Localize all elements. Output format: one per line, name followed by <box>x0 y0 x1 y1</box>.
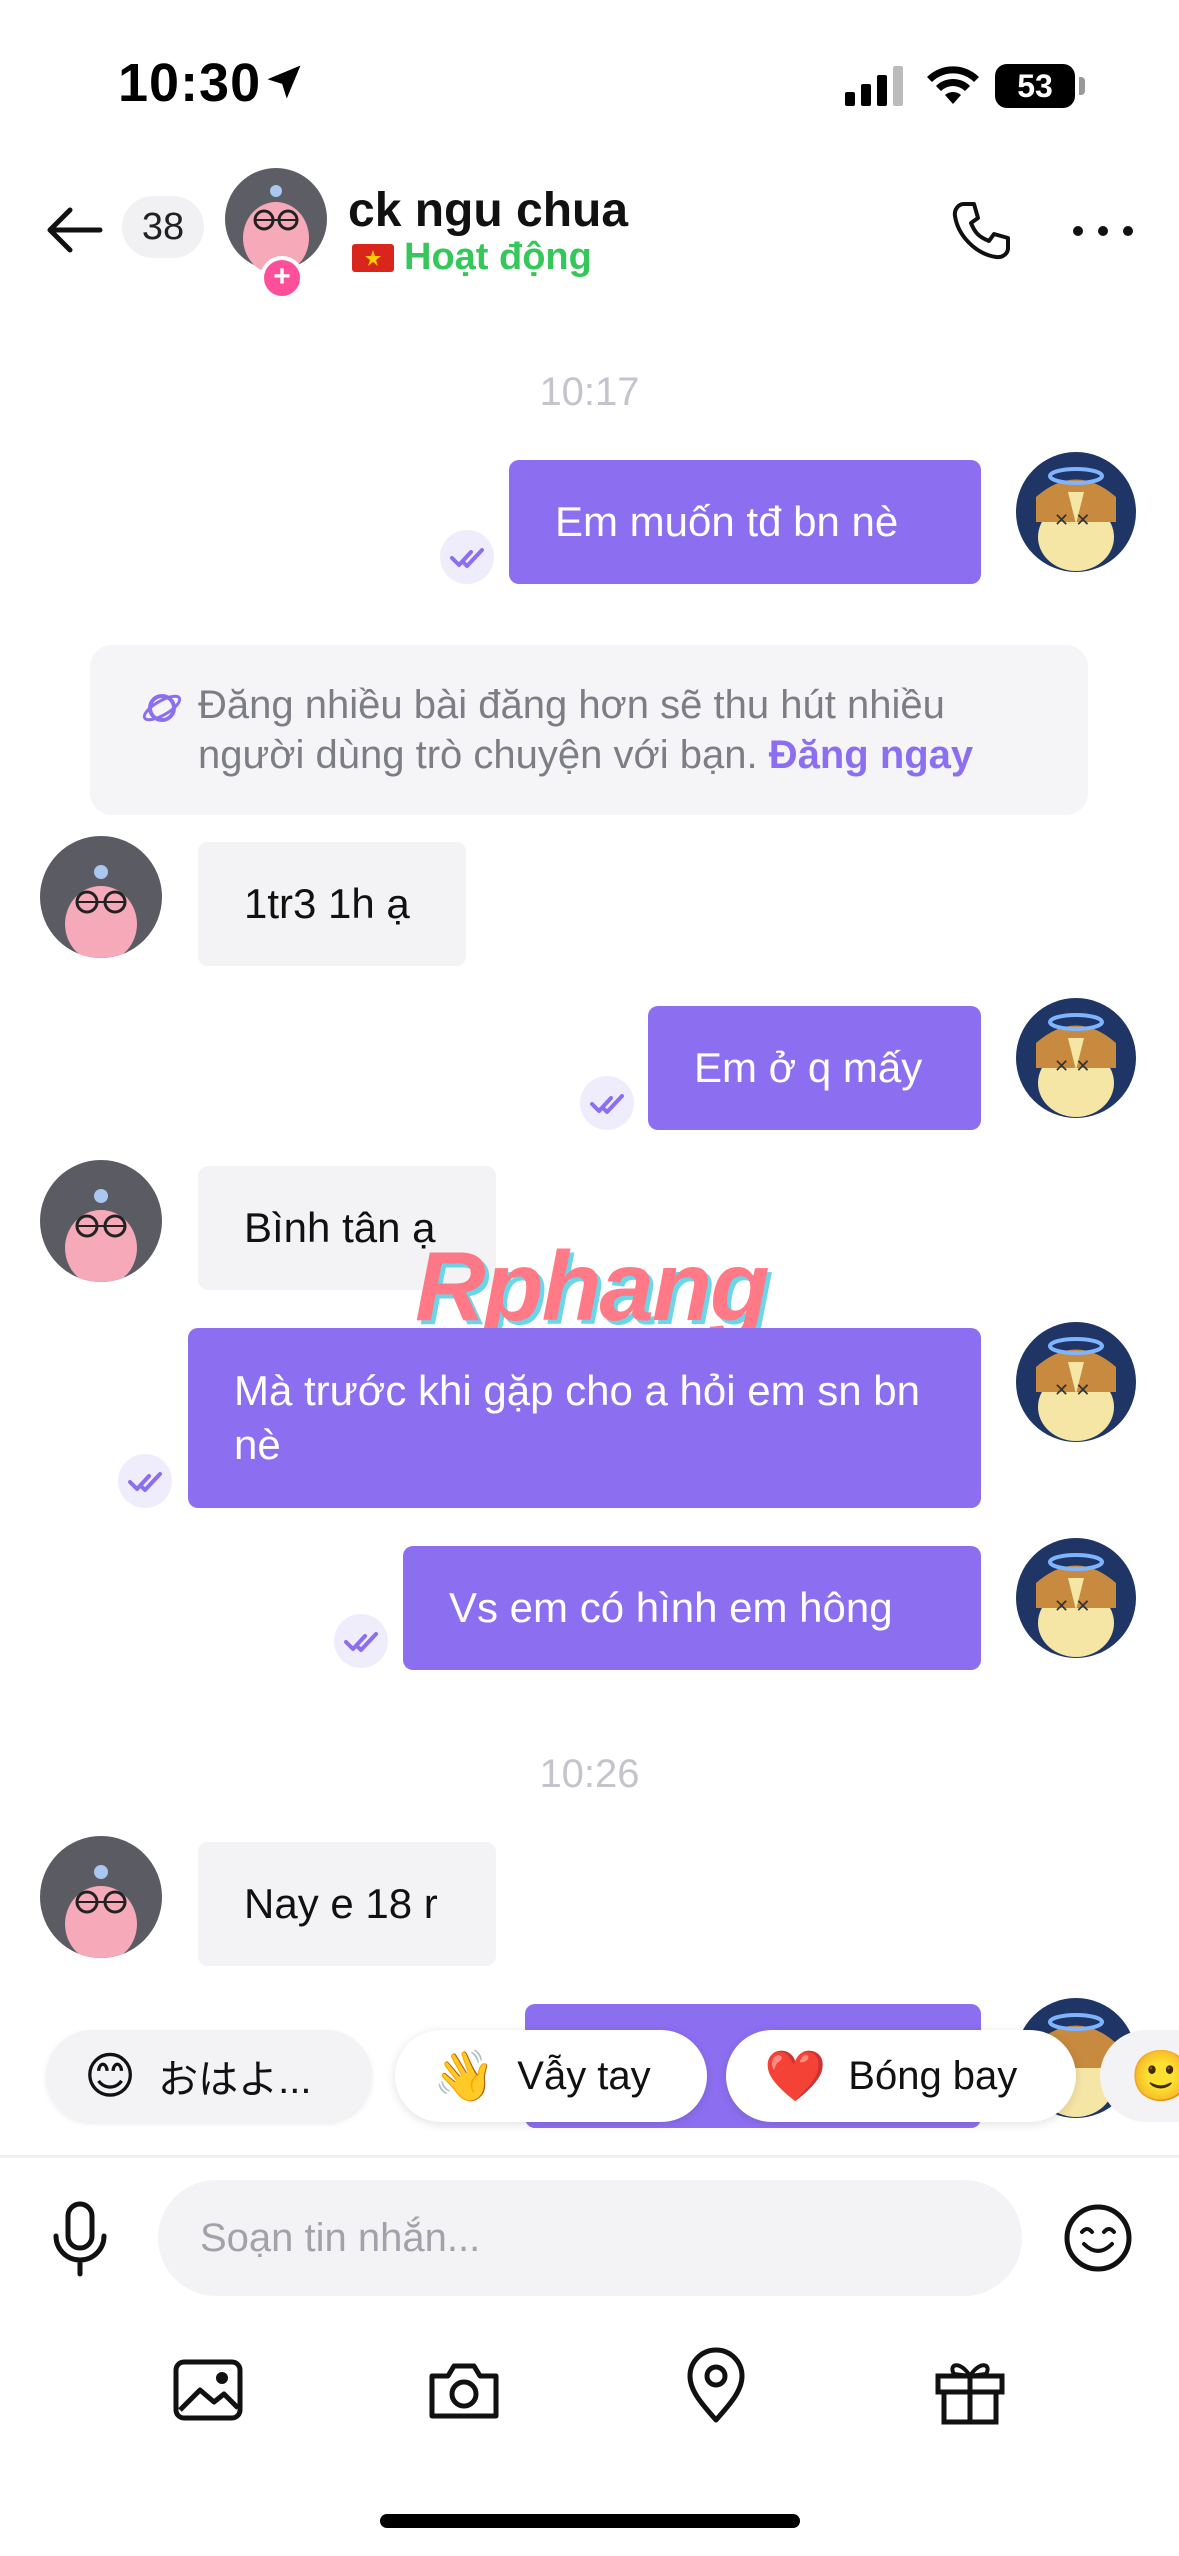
read-receipt-icon <box>580 1076 634 1130</box>
incoming-message[interactable]: Nay e 18 r <box>198 1842 496 1966</box>
quick-reply-chip[interactable]: ❤️ Bóng bay <box>726 2030 1076 2122</box>
outgoing-message[interactable]: Vs em có hình em hông <box>403 1546 981 1670</box>
quick-reply-chip[interactable]: 😊 おはよ... <box>46 2030 372 2122</box>
message-input[interactable] <box>158 2180 1022 2296</box>
message-text: 1tr3 1h ạ <box>244 880 410 927</box>
watermark: Rphang <box>415 1231 770 1341</box>
chip-label: おはよ... <box>158 2058 312 2102</box>
wifi-icon <box>927 66 979 104</box>
notice-text: Đăng nhiều bài đăng hơn sẽ thu hút nhiều… <box>198 680 1058 780</box>
smile-emoji-icon: 😊 <box>84 2048 137 2104</box>
contact-avatar[interactable] <box>225 168 327 274</box>
divider <box>0 2155 1179 2158</box>
incoming-message[interactable]: 1tr3 1h ạ <box>198 842 466 966</box>
read-receipt-icon <box>118 1454 172 1508</box>
timestamp: 10:26 <box>539 1752 640 1796</box>
chip-label: Vẫy tay <box>517 2053 651 2098</box>
post-now-link[interactable]: Đăng ngay <box>769 733 973 777</box>
message-text: Mà trước khi gặp cho a hỏi em sn bn nè <box>234 1367 920 1468</box>
read-receipt-icon <box>334 1614 388 1668</box>
message-text: Nay e 18 r <box>244 1880 438 1927</box>
home-indicator <box>380 2514 800 2528</box>
contact-avatar[interactable] <box>40 1160 162 1282</box>
chip-label: Bóng bay <box>848 2053 1018 2098</box>
my-avatar[interactable]: ✕ ✕ <box>1016 452 1136 572</box>
svg-text:✕ ✕: ✕ ✕ <box>1054 1596 1090 1617</box>
outgoing-message[interactable]: Em muốn tđ bn nè <box>509 460 981 584</box>
my-avatar[interactable]: ✕ ✕ <box>1016 1538 1136 1658</box>
quick-reply-chip-more[interactable]: 🙂 <box>1100 2030 1179 2122</box>
status-time: 10:30 <box>118 53 262 113</box>
location-arrow-icon <box>267 65 301 99</box>
add-friend-badge[interactable]: + <box>260 256 304 300</box>
emoji-picker-icon[interactable] <box>1062 2202 1134 2274</box>
battery-indicator: 53 <box>995 64 1075 108</box>
location-icon[interactable] <box>676 2346 756 2426</box>
outgoing-message[interactable]: Mà trước khi gặp cho a hỏi em sn bn nè <box>188 1328 981 1508</box>
gift-icon[interactable] <box>930 2350 1010 2430</box>
contact-avatar[interactable] <box>40 1836 162 1958</box>
svg-text:✕ ✕: ✕ ✕ <box>1054 510 1090 531</box>
read-receipt-icon <box>440 530 494 584</box>
wave-emoji-icon: 👋 <box>433 2047 496 2104</box>
more-options-icon[interactable] <box>1068 196 1138 266</box>
cellular-signal-icon <box>845 66 903 106</box>
contact-name: ck ngu chua <box>348 184 629 237</box>
outgoing-message[interactable]: Em ở q mấy <box>648 1006 981 1130</box>
message-text: Vs em có hình em hông <box>449 1584 893 1631</box>
vietnam-flag-icon <box>352 244 394 272</box>
camera-icon[interactable] <box>424 2350 504 2430</box>
svg-text:✕ ✕: ✕ ✕ <box>1054 1380 1090 1401</box>
message-text: Em muốn tđ bn nè <box>555 498 899 545</box>
online-status: Hoạt động <box>404 236 592 278</box>
quick-reply-chip[interactable]: 👋 Vẫy tay <box>395 2030 707 2122</box>
my-avatar[interactable]: ✕ ✕ <box>1016 1322 1136 1442</box>
battery-nub <box>1079 77 1085 95</box>
image-icon[interactable] <box>168 2350 248 2430</box>
contact-avatar[interactable] <box>40 836 162 958</box>
unread-count-badge[interactable]: 38 <box>122 196 204 258</box>
emoji-icon: 🙂 <box>1130 2047 1179 2104</box>
svg-text:✕ ✕: ✕ ✕ <box>1054 1056 1090 1077</box>
planet-icon <box>142 694 182 722</box>
timestamp: 10:17 <box>539 370 640 414</box>
microphone-icon[interactable] <box>50 2200 110 2280</box>
heart-emoji-icon: ❤️ <box>764 2047 827 2104</box>
message-text: Em ở q mấy <box>694 1044 923 1091</box>
my-avatar[interactable]: ✕ ✕ <box>1016 998 1136 1118</box>
back-arrow-icon[interactable] <box>40 195 110 265</box>
phone-icon[interactable] <box>946 196 1016 266</box>
message-text: Bình tân ạ <box>244 1204 436 1251</box>
